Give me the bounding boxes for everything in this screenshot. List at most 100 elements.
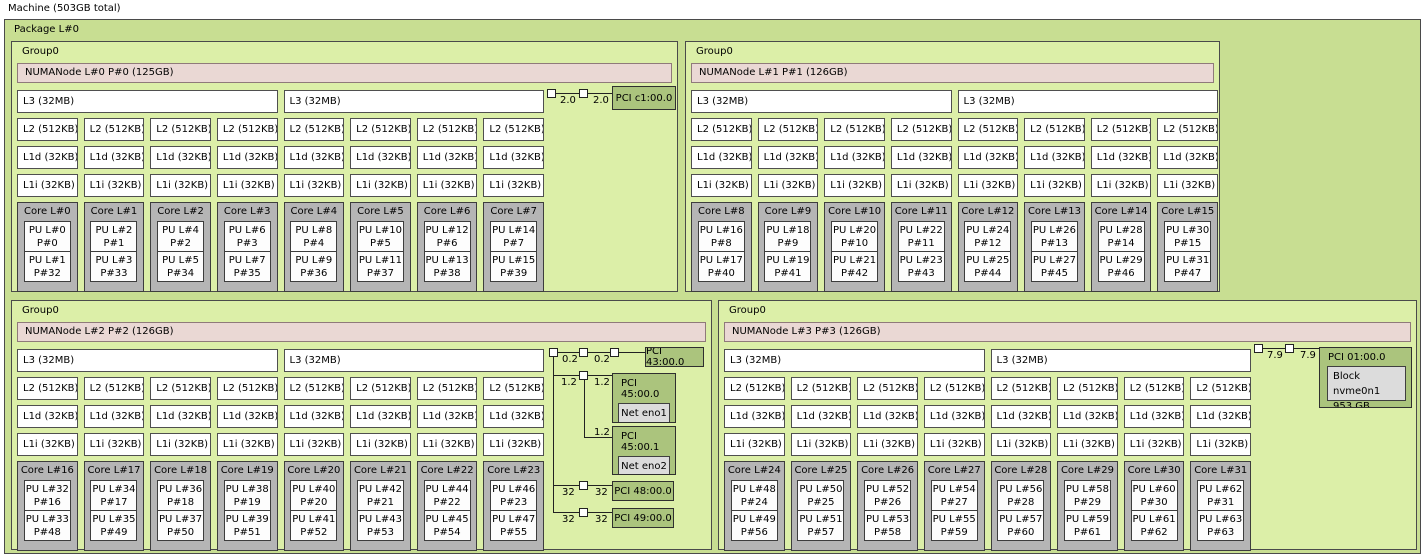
pu-box: PU L#31P#47 <box>1164 251 1211 282</box>
l1d-cache-box: L1d (32KB) <box>891 146 952 169</box>
pci-device-box: PCI 49:00.0 <box>612 508 674 528</box>
pu-box: PU L#25P#44 <box>964 251 1011 282</box>
link-speed-label: 1.2 <box>594 377 610 388</box>
group-2: Group0 NUMANode L#2 P#2 (126GB) L3 (32MB… <box>11 300 712 550</box>
bridge-square-icon <box>579 508 588 517</box>
pci-device-box: PCI c1:00.0 <box>612 86 676 110</box>
link-speed-label: 0.2 <box>562 354 578 365</box>
network-device-box: Net eno2 <box>618 456 670 475</box>
pu-stack: PU L#28P#14PU L#29P#46 <box>1098 221 1145 282</box>
pci-link-tree: 0.2 0.2 PCI 43:00.0 1.2 1.2 PCI 45:00.0 … <box>12 301 711 549</box>
core-box: Core L#8PU L#16P#8PU L#17P#40 <box>691 202 752 292</box>
l1i-cache-box: L1i (32KB) <box>758 174 819 197</box>
link-line <box>553 356 554 513</box>
core-box: Core L#15PU L#30P#15PU L#31P#47 <box>1157 202 1218 292</box>
l2-cache-box: L2 (512KB) <box>1091 118 1152 141</box>
pu-stack: PU L#16P#8PU L#17P#40 <box>698 221 745 282</box>
link-speed-label: 2.0 <box>593 95 609 106</box>
l1i-cache-box: L1i (32KB) <box>958 174 1019 197</box>
pu-box: PU L#30P#15 <box>1164 221 1211 252</box>
l1i-cache-box: L1i (32KB) <box>824 174 885 197</box>
l1d-cache-box: L1d (32KB) <box>758 146 819 169</box>
pu-logical-label: PU L#27 <box>1032 254 1077 267</box>
pu-stack: PU L#18P#9PU L#19P#41 <box>764 221 811 282</box>
l3-cache-box: L3 (32MB) <box>958 90 1219 113</box>
group-3: Group0 NUMANode L#3 P#3 (126GB) L3 (32MB… <box>718 300 1417 550</box>
pu-physical-label: P#11 <box>899 237 944 250</box>
pu-stack: PU L#22P#11PU L#23P#43 <box>898 221 945 282</box>
pu-physical-label: P#45 <box>1032 267 1077 280</box>
pci-device-box: PCI 48:00.0 <box>612 481 674 501</box>
pu-box: PU L#26P#13 <box>1031 221 1078 252</box>
pu-logical-label: PU L#26 <box>1032 224 1077 237</box>
pu-logical-label: PU L#25 <box>965 254 1010 267</box>
pu-box: PU L#16P#8 <box>698 221 745 252</box>
link-speed-label: 32 <box>595 514 608 525</box>
pu-box: PU L#22P#11 <box>898 221 945 252</box>
l1i-cache-box: L1i (32KB) <box>1091 174 1152 197</box>
pci-device-label: PCI 45:00.1 <box>613 427 675 453</box>
network-device-box: Net eno1 <box>618 403 670 423</box>
l2-cache-box: L2 (512KB) <box>1024 118 1085 141</box>
bridge-square-icon <box>579 89 588 98</box>
l2-cache-box: L2 (512KB) <box>891 118 952 141</box>
pu-physical-label: P#10 <box>832 237 877 250</box>
l1d-cache-box: L1d (32KB) <box>1157 146 1218 169</box>
bridge-square-icon <box>1254 344 1263 353</box>
link-speed-label: 7.9 <box>1267 350 1283 361</box>
l1d-cache-box: L1d (32KB) <box>958 146 1019 169</box>
pu-physical-label: P#12 <box>965 237 1010 250</box>
pu-logical-label: PU L#30 <box>1165 224 1210 237</box>
pu-physical-label: P#9 <box>765 237 810 250</box>
l3-cache-box: L3 (32MB) <box>691 90 952 113</box>
bridge-square-icon <box>579 348 588 357</box>
pu-box: PU L#29P#46 <box>1098 251 1145 282</box>
core-label: Core L#10 <box>825 206 884 217</box>
link-speed-label: 0.2 <box>594 354 610 365</box>
pu-box: PU L#27P#45 <box>1031 251 1078 282</box>
pu-box: PU L#28P#14 <box>1098 221 1145 252</box>
pci-link-tree: 7.9 7.9 PCI 01:00.0 Block nvme0n1 953 GB <box>719 301 1416 549</box>
pu-physical-label: P#44 <box>965 267 1010 280</box>
l1d-cache-box: L1d (32KB) <box>824 146 885 169</box>
bridge-square-icon <box>579 371 588 380</box>
pu-physical-label: P#40 <box>699 267 744 280</box>
link-speed-label: 32 <box>595 487 608 498</box>
pu-logical-label: PU L#18 <box>765 224 810 237</box>
l1d-cache-box: L1d (32KB) <box>1091 146 1152 169</box>
bridge-square-icon <box>610 348 619 357</box>
l1i-cache-box: L1i (32KB) <box>1024 174 1085 197</box>
pu-box: PU L#19P#41 <box>764 251 811 282</box>
core-box: Core L#10 PU L#20P#10PU L#21P#42 <box>824 202 885 292</box>
l2-cache-box: L2 (512KB) <box>691 118 752 141</box>
core-label: Core L#13 <box>1025 206 1084 217</box>
pu-physical-label: P#42 <box>832 267 877 280</box>
pu-physical-label: P#15 <box>1165 237 1210 250</box>
link-line <box>549 352 645 353</box>
link-speed-label: 2.0 <box>560 95 576 106</box>
pu-stack: PU L#20P#10PU L#21P#42 <box>831 221 878 282</box>
block-device-name: Block nvme0n1 <box>1333 369 1405 399</box>
block-device-size: 953 GB <box>1333 399 1405 408</box>
l1d-cache-box: L1d (32KB) <box>691 146 752 169</box>
pu-physical-label: P#14 <box>1099 237 1144 250</box>
bridge-square-icon <box>549 348 558 357</box>
pu-physical-label: P#41 <box>765 267 810 280</box>
pu-box: PU L#18P#9 <box>764 221 811 252</box>
link-line <box>584 380 585 438</box>
group-label: Group0 <box>696 46 733 57</box>
bridge-square-icon <box>547 89 556 98</box>
machine-label: Machine (503GB total) <box>8 3 121 14</box>
link-speed-label: 32 <box>562 487 575 498</box>
pci-link-tree: 2.0 2.0 PCI c1:00.0 <box>12 42 677 291</box>
pci-device-label: PCI 01:00.0 <box>1320 348 1411 363</box>
pu-physical-label: P#13 <box>1032 237 1077 250</box>
core-label: Core L#14 <box>1092 206 1151 217</box>
pci-device-box: PCI 01:00.0 Block nvme0n1 953 GB <box>1319 347 1412 408</box>
core-box: Core L#11PU L#22P#11PU L#23P#43 <box>891 202 952 292</box>
pu-box: PU L#23P#43 <box>898 251 945 282</box>
link-speed-label: 7.9 <box>1300 350 1316 361</box>
l1i-cache-box: L1i (32KB) <box>691 174 752 197</box>
numa-node: NUMANode L#1 P#1 (126GB) <box>691 63 1214 83</box>
pu-box: PU L#20P#10 <box>831 221 878 252</box>
